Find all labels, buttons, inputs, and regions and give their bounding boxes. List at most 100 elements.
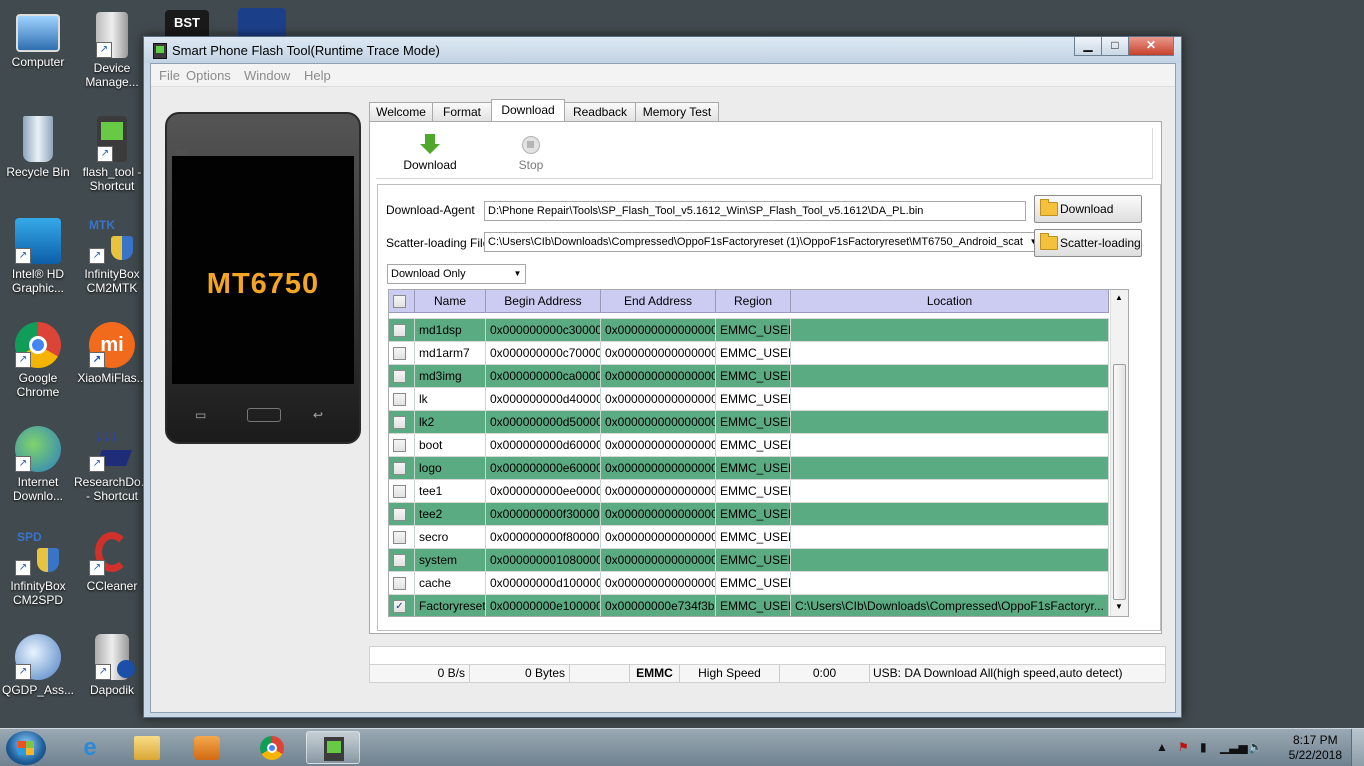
status-time: 0:00 (780, 665, 870, 682)
row-checkbox[interactable] (393, 554, 406, 567)
menu-help[interactable]: Help (304, 68, 331, 83)
cell-location (791, 526, 1109, 548)
maximize-button[interactable]: □ (1101, 37, 1129, 56)
col-region[interactable]: Region (716, 290, 791, 312)
col-begin-address[interactable]: Begin Address (486, 290, 601, 312)
desktop-icon-infinitybox-mtk[interactable]: MTK ↗ InfinityBox CM2MTK (74, 214, 150, 314)
desktop-icon-xiaomiflash[interactable]: mi ↗ XiaoMiFlas... (74, 318, 150, 418)
download-button[interactable]: Download (395, 134, 465, 172)
menu-window[interactable]: Window (244, 68, 290, 83)
col-location[interactable]: Location (791, 290, 1109, 312)
row-checkbox[interactable] (393, 416, 406, 429)
cell-location (791, 480, 1109, 502)
start-button[interactable] (6, 731, 46, 765)
download-mode-select[interactable]: Download Only ▼ (387, 264, 526, 284)
table-row[interactable]: cache 0x00000000d1000000 0x000000000000000… (389, 572, 1109, 595)
desktop-icon-qgdp[interactable]: ↗ QGDP_Ass... (0, 630, 76, 730)
folder-icon (1040, 233, 1058, 250)
cell-begin: 0x0000000010800000 (486, 549, 601, 571)
taskbar-chrome[interactable] (246, 731, 300, 764)
taskbar-file-explorer[interactable] (120, 731, 174, 764)
select-all-cell[interactable] (389, 290, 415, 312)
table-row[interactable]: lk 0x000000000d400000 0x0000000000000000 EM… (389, 388, 1109, 411)
show-desktop-button[interactable] (1351, 729, 1364, 766)
download-agent-field[interactable]: D:\Phone Repair\Tools\SP_Flash_Tool_v5.1… (484, 201, 1026, 221)
col-end-address[interactable]: End Address (601, 290, 716, 312)
tab-download[interactable]: Download (491, 99, 565, 122)
row-checkbox[interactable] (393, 531, 406, 544)
stop-button[interactable]: Stop (496, 134, 566, 172)
taskbar-internet-explorer[interactable]: e (63, 731, 117, 764)
minimize-button[interactable]: ▁ (1074, 37, 1102, 56)
close-button[interactable]: ✕ (1128, 37, 1174, 56)
table-row[interactable]: system 0x0000000010800000 0x00000000000000… (389, 549, 1109, 572)
row-checkbox[interactable]: ✓ (393, 600, 406, 613)
cell-end: 0x0000000000000000 (601, 388, 716, 410)
table-row[interactable]: tee2 0x000000000f300000 0x0000000000000000… (389, 503, 1109, 526)
desktop-icon-infinitybox-spd[interactable]: SPD ↗ InfinityBox CM2SPD (0, 526, 76, 626)
table-row[interactable]: md1arm7 0x000000000c700000 0x0000000000000… (389, 342, 1109, 365)
row-checkbox[interactable] (393, 393, 406, 406)
row-checkbox[interactable] (393, 439, 406, 452)
taskbar-flash-tool[interactable] (306, 731, 360, 764)
row-checkbox[interactable] (393, 462, 406, 475)
scroll-up-icon[interactable]: ▲ (1115, 293, 1123, 302)
desktop-icon-recycle-bin[interactable]: Recycle Bin (0, 112, 76, 212)
row-checkbox[interactable] (393, 324, 406, 337)
helicopter-icon[interactable] (238, 8, 286, 36)
chevron-down-icon[interactable]: ▼ (512, 268, 523, 280)
menu-options[interactable]: Options (186, 68, 231, 83)
cell-begin: 0x000000000f800000 (486, 526, 601, 548)
row-checkbox[interactable] (393, 577, 406, 590)
battery-icon[interactable]: ▮ (1200, 740, 1207, 754)
close-icon: ✕ (1145, 38, 1157, 52)
clock[interactable]: 8:17 PM 5/22/2018 (1289, 733, 1342, 763)
row-checkbox[interactable] (393, 370, 406, 383)
desktop-icon-internet-download[interactable]: ↗ Internet Downlo... (0, 422, 76, 522)
scatter-loading-button[interactable]: Scatter-loading (1034, 229, 1142, 257)
tab-format[interactable]: Format (432, 102, 492, 121)
desktop-icon-researchdownload[interactable]: ↓↓↓ ↗ ResearchDo... - Shortcut (74, 422, 151, 522)
row-checkbox-cell (389, 411, 415, 433)
scrollbar-thumb[interactable] (1113, 364, 1126, 600)
desktop-icon-intel-graphics[interactable]: ↗ Intel® HD Graphic... (0, 214, 76, 314)
table-scrollbar[interactable]: ▲ ▼ (1110, 290, 1128, 616)
desktop-icon-ccleaner[interactable]: ↗ CCleaner (74, 526, 150, 626)
desktop-icon-device-manager[interactable]: ↗ Device Manage... (74, 8, 150, 108)
tab-memory-test[interactable]: Memory Test (635, 102, 719, 121)
taskbar-media-player[interactable] (180, 731, 234, 764)
download-mode-value: Download Only (391, 268, 466, 280)
table-row[interactable]: tee1 0x000000000ee00000 0x0000000000000000… (389, 480, 1109, 503)
infinitybox-mtk-icon: MTK ↗ (89, 218, 135, 264)
table-row[interactable]: boot 0x000000000d600000 0x0000000000000000… (389, 434, 1109, 457)
table-row[interactable]: md1dsp 0x000000000c300000 0x00000000000000… (389, 319, 1109, 342)
table-row[interactable]: ✓ Factoryreset 0x00000000e1000000 0x0000000… (389, 595, 1109, 616)
title-bar[interactable]: Smart Phone Flash Tool(Runtime Trace Mod… (144, 37, 1181, 63)
menu-file[interactable]: File (159, 68, 180, 83)
desktop-icon-google-chrome[interactable]: ↗ Google Chrome (0, 318, 76, 418)
download-agent-button[interactable]: Download Agent (1034, 195, 1142, 242)
tab-readback[interactable]: Readback (564, 102, 636, 121)
row-checkbox[interactable] (393, 347, 406, 360)
row-checkbox[interactable] (393, 508, 406, 521)
tab-welcome[interactable]: Welcome (369, 102, 433, 121)
action-center-flag-icon[interactable]: ⚑ (1178, 740, 1189, 754)
volume-icon[interactable]: 🔈 (1248, 740, 1263, 754)
table-row[interactable]: logo 0x000000000e600000 0x0000000000000000… (389, 457, 1109, 480)
cell-region: EMMC_USER (716, 411, 791, 433)
table-row[interactable]: md3img 0x000000000ca00000 0x00000000000000… (389, 365, 1109, 388)
show-hidden-icons-icon[interactable]: ▲ (1156, 740, 1168, 754)
desktop-icon-label: Device Manage... (85, 61, 139, 89)
network-signal-icon[interactable]: ▁▃▅ (1220, 740, 1248, 754)
bst-icon[interactable]: BST (165, 10, 209, 36)
desktop-icon-dapodik[interactable]: ↗ Dapodik (74, 630, 150, 730)
col-name[interactable]: Name (415, 290, 486, 312)
desktop-icon-flash-tool[interactable]: ↗ flash_tool - Shortcut (74, 112, 150, 212)
scatter-loading-field[interactable]: C:\Users\CIb\Downloads\Compressed\OppoF1… (484, 232, 1042, 252)
table-row[interactable]: lk2 0x000000000d500000 0x0000000000000000 E… (389, 411, 1109, 434)
table-row[interactable]: secro 0x000000000f800000 0x000000000000000… (389, 526, 1109, 549)
scroll-down-icon[interactable]: ▼ (1115, 602, 1123, 611)
row-checkbox[interactable] (393, 485, 406, 498)
desktop-icon-computer[interactable]: Computer (0, 8, 76, 108)
select-all-checkbox[interactable] (393, 295, 406, 308)
